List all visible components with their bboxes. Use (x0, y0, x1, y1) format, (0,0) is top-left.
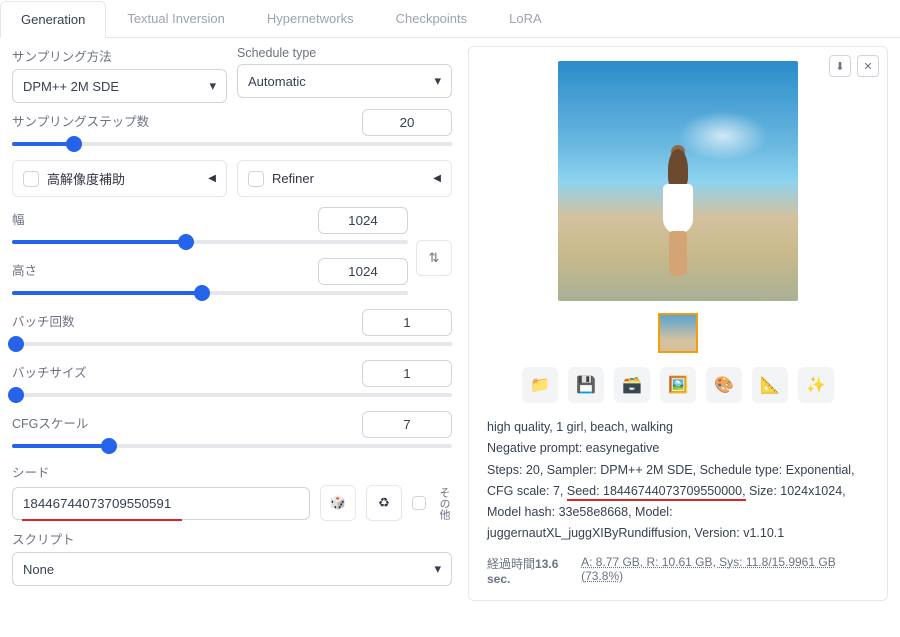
batch-size-input[interactable] (362, 360, 452, 387)
steps-slider[interactable] (12, 136, 452, 152)
seed-info-underline: Seed: 18446744073709550000, (567, 484, 746, 501)
generation-info: high quality, 1 girl, beach, walking Neg… (483, 417, 873, 545)
batch-count-input[interactable] (362, 309, 452, 336)
extra-checkbox[interactable] (412, 496, 426, 510)
memory-stats: A: 8.77 GB, R: 10.61 GB, Sys: 11.8/15.99… (581, 555, 869, 586)
extras-button[interactable]: ✨ (798, 367, 834, 403)
chevron-down-icon: ▾ (209, 78, 216, 94)
steps-input[interactable] (362, 109, 452, 136)
select-value: DPM++ 2M SDE (23, 79, 119, 94)
send-inpaint-button[interactable]: 🎨 (706, 367, 742, 403)
seed-label: シード (12, 462, 452, 481)
batch-count-slider[interactable] (12, 336, 452, 352)
image-icon: 🖼️ (668, 375, 688, 395)
sampling-method-select[interactable]: DPM++ 2M SDE ▾ (12, 69, 227, 103)
save-icon: 💾 (576, 375, 596, 395)
sampling-method-label: サンプリング方法 (12, 46, 227, 65)
width-input[interactable] (318, 207, 408, 234)
hires-label: 高解像度補助 (47, 169, 125, 188)
output-thumbnail[interactable] (658, 313, 698, 353)
recycle-icon: ♻ (378, 495, 390, 511)
cfg-slider[interactable] (12, 438, 452, 454)
open-folder-button[interactable]: 📁 (522, 367, 558, 403)
hires-checkbox[interactable] (23, 171, 39, 187)
save-button[interactable]: 💾 (568, 367, 604, 403)
random-seed-button[interactable]: 🎲 (320, 485, 356, 521)
archive-icon: 🗃️ (622, 375, 642, 395)
send-extras-button[interactable]: 📐 (752, 367, 788, 403)
swap-icon: ⇅ (429, 250, 440, 266)
chevron-down-icon: ▾ (434, 561, 441, 577)
prompt-text: high quality, 1 girl, beach, walking (487, 417, 869, 438)
dice-icon: 🎲 (330, 495, 346, 511)
width-label: 幅 (12, 209, 25, 228)
hires-accordion[interactable]: 高解像度補助 ◀ (12, 160, 227, 197)
seed-underline (22, 519, 182, 521)
schedule-type-select[interactable]: Automatic ▾ (237, 64, 452, 98)
other-label: その他 (436, 487, 452, 520)
tab-bar: Generation Textual Inversion Hypernetwor… (0, 0, 900, 38)
sparkle-icon: ✨ (806, 375, 826, 395)
batch-size-label: バッチサイズ (12, 362, 87, 381)
select-value: Automatic (248, 74, 306, 89)
refiner-accordion[interactable]: Refiner ◀ (237, 160, 452, 197)
close-icon: ✕ (863, 60, 872, 73)
cfg-input[interactable] (362, 411, 452, 438)
chevron-down-icon: ▾ (434, 73, 441, 89)
output-image[interactable] (558, 61, 798, 301)
steps-label: サンプリングステップ数 (12, 111, 149, 130)
caret-left-icon: ◀ (433, 173, 441, 184)
folder-icon: 📁 (530, 375, 550, 395)
tab-textual-inversion[interactable]: Textual Inversion (106, 0, 246, 37)
refiner-label: Refiner (272, 171, 314, 186)
refiner-checkbox[interactable] (248, 171, 264, 187)
cfg-label: CFGスケール (12, 413, 88, 432)
tab-checkpoints[interactable]: Checkpoints (375, 0, 489, 37)
select-value: None (23, 562, 54, 577)
close-button[interactable]: ✕ (857, 55, 879, 77)
height-input[interactable] (318, 258, 408, 285)
zip-button[interactable]: 🗃️ (614, 367, 650, 403)
neg-text: easynegative (586, 441, 660, 455)
neg-label: Negative prompt: (487, 441, 586, 455)
tab-hypernetworks[interactable]: Hypernetworks (246, 0, 375, 37)
seed-input[interactable] (12, 487, 310, 520)
elapsed-label: 経過時間 (487, 557, 535, 571)
width-slider[interactable] (12, 234, 408, 250)
ruler-icon: 📐 (760, 375, 780, 395)
schedule-type-label: Schedule type (237, 46, 452, 60)
reuse-seed-button[interactable]: ♻ (366, 485, 402, 521)
preview-panel: ⬇ ✕ 📁 💾 🗃️ 🖼️ 🎨 📐 ✨ high quality, 1 girl… (468, 46, 888, 601)
height-label: 高さ (12, 260, 37, 279)
swap-dimensions-button[interactable]: ⇅ (416, 240, 452, 276)
download-button[interactable]: ⬇ (829, 55, 851, 77)
palette-icon: 🎨 (714, 375, 734, 395)
script-label: スクリプト (12, 529, 452, 548)
send-img2img-button[interactable]: 🖼️ (660, 367, 696, 403)
tab-lora[interactable]: LoRA (488, 0, 563, 37)
tab-generation[interactable]: Generation (0, 1, 106, 38)
batch-count-label: バッチ回数 (12, 311, 75, 330)
batch-size-slider[interactable] (12, 387, 452, 403)
script-select[interactable]: None ▾ (12, 552, 452, 586)
height-slider[interactable] (12, 285, 408, 301)
download-icon: ⬇ (835, 60, 844, 73)
caret-left-icon: ◀ (208, 173, 216, 184)
